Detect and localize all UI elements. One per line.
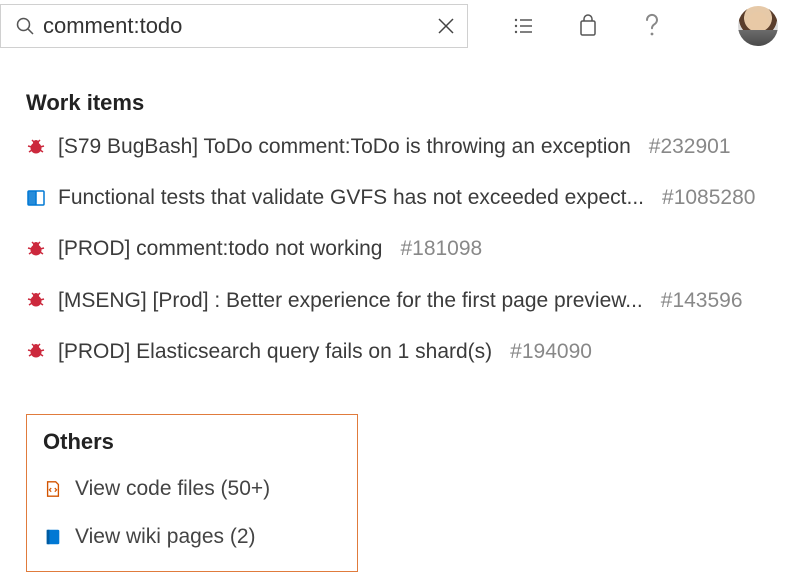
work-item-result[interactable]: Functional tests that validate GVFS has … <box>26 185 772 210</box>
top-bar <box>0 0 798 52</box>
work-item-result[interactable]: [PROD] comment:todo not working #181098 <box>26 236 772 261</box>
work-item-result[interactable]: [S79 BugBash] ToDo comment:ToDo is throw… <box>26 134 772 159</box>
book-icon <box>26 188 46 208</box>
work-item-id: #143596 <box>661 288 743 313</box>
work-item-title: Functional tests that validate GVFS has … <box>58 185 644 210</box>
wiki-icon <box>43 527 63 547</box>
list-button[interactable] <box>508 10 540 42</box>
others-heading: Others <box>43 429 341 455</box>
bug-icon <box>26 137 46 157</box>
work-items-heading: Work items <box>26 90 772 116</box>
others-item-label: View code files (50+) <box>75 477 270 501</box>
work-item-id: #232901 <box>649 134 731 159</box>
others-item[interactable]: View code files (50+) <box>43 477 341 501</box>
work-item-id: #181098 <box>400 236 482 261</box>
search-input[interactable] <box>35 13 433 39</box>
work-item-title: [PROD] comment:todo not working <box>58 236 382 261</box>
bug-icon <box>26 341 46 361</box>
others-list: View code files (50+) View wiki pages (2) <box>43 477 341 549</box>
work-items-list: [S79 BugBash] ToDo comment:ToDo is throw… <box>26 134 772 364</box>
others-item-label: View wiki pages (2) <box>75 525 256 549</box>
bug-icon <box>26 290 46 310</box>
close-icon <box>437 17 455 35</box>
bag-icon <box>576 14 600 38</box>
code-file-icon <box>43 479 63 499</box>
help-button[interactable] <box>636 10 668 42</box>
others-section: Others View code files (50+) View wiki pa… <box>26 414 358 572</box>
bug-icon <box>26 239 46 259</box>
work-item-title: [PROD] Elasticsearch query fails on 1 sh… <box>58 339 492 364</box>
user-avatar[interactable] <box>738 6 778 46</box>
work-item-result[interactable]: [MSENG] [Prod] : Better experience for t… <box>26 288 772 313</box>
search-box[interactable] <box>0 4 468 48</box>
search-results: Work items [S79 BugBash] ToDo comment:To… <box>0 52 798 572</box>
work-item-id: #194090 <box>510 339 592 364</box>
help-icon <box>640 12 664 40</box>
marketplace-button[interactable] <box>572 10 604 42</box>
work-item-id: #1085280 <box>662 185 755 210</box>
others-item[interactable]: View wiki pages (2) <box>43 525 341 549</box>
search-icon <box>15 16 35 36</box>
work-item-title: [S79 BugBash] ToDo comment:ToDo is throw… <box>58 134 631 159</box>
work-item-title: [MSENG] [Prod] : Better experience for t… <box>58 288 643 313</box>
list-icon <box>512 14 536 38</box>
toolbar-icons <box>508 10 668 42</box>
clear-search-button[interactable] <box>433 13 459 39</box>
work-item-result[interactable]: [PROD] Elasticsearch query fails on 1 sh… <box>26 339 772 364</box>
